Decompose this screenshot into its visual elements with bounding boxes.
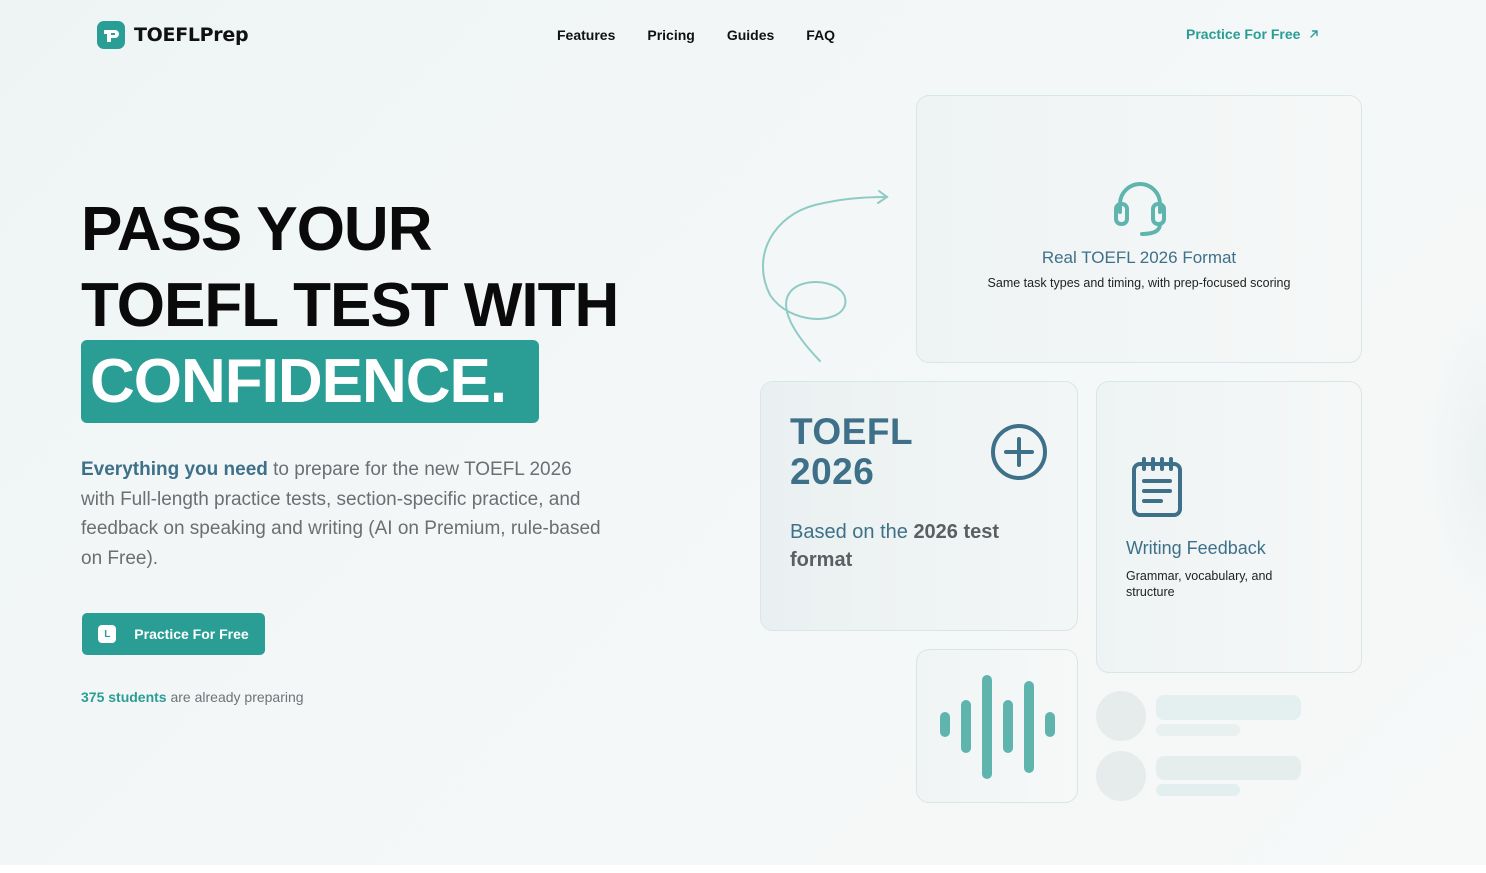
- lead-highlight: Everything you need: [81, 459, 268, 480]
- page-bottom-strip: [0, 865, 1486, 873]
- nav-guides[interactable]: Guides: [727, 27, 774, 43]
- nav-features[interactable]: Features: [557, 27, 615, 43]
- decorative-glow: [1426, 300, 1486, 620]
- cta-badge-icon: L: [98, 625, 117, 643]
- students-number: 375 students: [81, 689, 167, 705]
- notepad-icon: [1132, 457, 1182, 517]
- brand-logo[interactable]: TOEFLPrep: [97, 21, 249, 49]
- brand-name: TOEFLPrep: [134, 24, 249, 46]
- toefl-card-subtitle: Based on the 2026 test format: [790, 518, 1050, 574]
- skeleton-line: [1156, 724, 1240, 736]
- hero-description: Everything you need to prepare for the n…: [81, 455, 601, 573]
- feature-card-writing: Writing Feedback Grammar, vocabulary, an…: [1096, 381, 1362, 673]
- plus-circle-icon: [991, 424, 1047, 480]
- students-text: are already preparing: [166, 689, 304, 705]
- header-practice-button[interactable]: Practice For Free: [1186, 26, 1320, 42]
- skeleton-avatar: [1096, 691, 1146, 741]
- skeleton-line: [1156, 756, 1301, 780]
- format-card-title: Real TOEFL 2026 Format: [1041, 248, 1237, 267]
- main-nav: Features Pricing Guides FAQ: [557, 27, 867, 43]
- audio-wave-icon: [940, 675, 1055, 779]
- logo-mark-icon: [97, 21, 125, 49]
- writing-card-desc: Grammar, vocabulary, and structure: [1126, 569, 1273, 599]
- headline-line-2: TOEFL TEST WITH: [81, 271, 619, 340]
- headset-icon: [1114, 182, 1166, 236]
- nav-pricing[interactable]: Pricing: [647, 27, 694, 43]
- skeleton-line: [1156, 784, 1240, 796]
- arrow-up-right-icon: [1310, 30, 1319, 38]
- practice-for-free-button[interactable]: L Practice For Free: [82, 613, 265, 655]
- headline-line-1: PASS YOUR: [81, 195, 432, 264]
- cta-label: Practice For Free: [134, 626, 249, 642]
- skeleton-line: [1156, 695, 1301, 720]
- feature-card-format: Real TOEFL 2026 Format Same task types a…: [916, 95, 1362, 363]
- feature-card-speaking: [916, 649, 1078, 803]
- curly-arrow-icon: [761, 190, 889, 362]
- hero-headline: PASS YOUR TOEFL TEST WITH: [81, 192, 619, 344]
- header-practice-label: Practice For Free: [1186, 26, 1301, 42]
- students-count: 375 students are already preparing: [81, 689, 304, 705]
- skeleton-avatar: [1096, 751, 1146, 801]
- feature-card-toefl-2026: TOEFL 2026 Based on the 2026 test format: [760, 381, 1078, 631]
- toefl-2026-heading: TOEFL 2026: [790, 412, 913, 492]
- nav-faq[interactable]: FAQ: [806, 27, 835, 43]
- toefl-heading-line-2: 2026: [790, 451, 875, 492]
- headline-highlight: CONFIDENCE.: [81, 340, 539, 423]
- toefl-sub-prefix: Based on the: [790, 521, 914, 543]
- format-card-desc: Same task types and timing, with prep-fo…: [987, 276, 1291, 290]
- writing-card-title: Writing Feedback: [1126, 538, 1266, 558]
- toefl-heading-line-1: TOEFL: [790, 411, 914, 452]
